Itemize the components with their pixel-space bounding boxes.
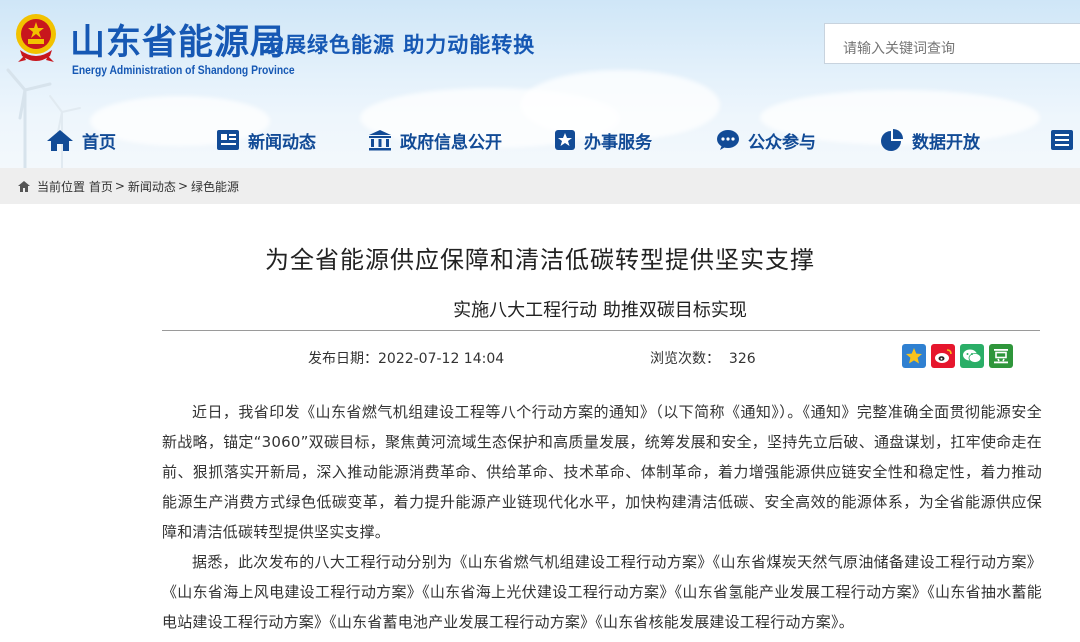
site-slogan: 发展绿色能源 助力动能转换 xyxy=(263,33,536,57)
speech-bubble-icon xyxy=(717,130,739,150)
nav-item-open-data[interactable]: 数据开放 xyxy=(880,118,980,162)
view-count: 浏览次数： 326 xyxy=(650,348,756,368)
nav-item-label: 公众参与 xyxy=(748,132,816,153)
star-badge-icon xyxy=(555,130,575,150)
home-icon xyxy=(47,130,73,151)
nav-item-news[interactable]: 新闻动态 xyxy=(216,118,316,162)
article-title: 为全省能源供应保障和清洁低碳转型提供坚实支撑 xyxy=(265,246,815,274)
home-icon xyxy=(18,180,30,192)
government-building-icon xyxy=(369,130,391,151)
site-header: 山东省能源局 Energy Administration of Shandong… xyxy=(0,0,1080,168)
publish-date-label: 发布日期： xyxy=(308,351,378,367)
nav-item-more[interactable] xyxy=(1050,118,1080,162)
view-count-label: 浏览次数： xyxy=(650,351,720,367)
breadcrumb-separator: > xyxy=(177,179,188,193)
newspaper-icon xyxy=(217,130,239,150)
wechat-share-icon[interactable] xyxy=(960,344,984,368)
share-bar xyxy=(902,344,1013,368)
breadcrumb-prefix: 当前位置 xyxy=(37,179,86,194)
article-subtitle: 实施八大工程行动 助推双碳目标实现 xyxy=(453,300,747,321)
view-count-value: 326 xyxy=(728,351,756,367)
douban-share-icon[interactable] xyxy=(989,344,1013,368)
title-divider xyxy=(162,330,1040,331)
breadcrumb-link-home[interactable]: 首页 xyxy=(89,178,113,195)
nav-item-label: 办事服务 xyxy=(584,132,652,153)
qzone-share-icon[interactable] xyxy=(902,344,926,368)
breadcrumb: 当前位置 首页 > 新闻动态 > 绿色能源 xyxy=(0,168,1080,204)
nav-item-label: 政府信息公开 xyxy=(400,132,502,153)
document-list-icon xyxy=(1051,130,1073,150)
nav-item-label: 新闻动态 xyxy=(248,132,316,153)
article-body: 近日，我省印发《山东省燃气机组建设工程等八个行动方案的通知》（以下简称《通知》）… xyxy=(162,397,1042,637)
nav-item-label: 数据开放 xyxy=(912,132,980,153)
pie-chart-icon xyxy=(881,129,903,151)
article-paragraph: 据悉，此次发布的八大工程行动分别为《山东省燃气机组建设工程行动方案》《山东省煤炭… xyxy=(162,553,1042,631)
publish-date: 发布日期：2022-07-12 14:04 xyxy=(308,348,504,368)
nav-item-services[interactable]: 办事服务 xyxy=(554,118,652,162)
national-emblem-logo xyxy=(16,14,56,62)
breadcrumb-separator: > xyxy=(114,179,125,193)
site-name-english: Energy Administration of Shandong Provin… xyxy=(72,63,295,77)
publish-date-value: 2022-07-12 14:04 xyxy=(378,351,505,367)
weibo-share-icon[interactable] xyxy=(931,344,955,368)
article-paragraph: 近日，我省印发《山东省燃气机组建设工程等八个行动方案的通知》（以下简称《通知》）… xyxy=(162,403,1042,541)
nav-item-public-participation[interactable]: 公众参与 xyxy=(716,118,816,162)
nav-item-home[interactable]: 首页 xyxy=(46,118,116,162)
search-input[interactable] xyxy=(824,23,1080,64)
main-nav: 首页 新闻动态 政府信息公开 办事服务 公众参与 数据开放 xyxy=(0,118,1080,162)
nav-item-gov-info[interactable]: 政府信息公开 xyxy=(368,118,502,162)
breadcrumb-link-news[interactable]: 新闻动态 xyxy=(128,178,176,195)
site-name: 山东省能源局 xyxy=(70,22,287,63)
breadcrumb-link-green-energy[interactable]: 绿色能源 xyxy=(191,178,239,195)
nav-item-label: 首页 xyxy=(82,132,116,153)
